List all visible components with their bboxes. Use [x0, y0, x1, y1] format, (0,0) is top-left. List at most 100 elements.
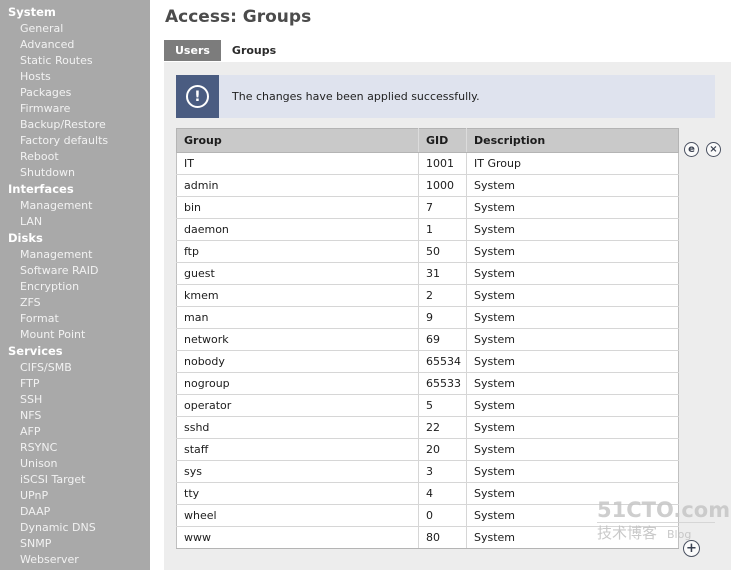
sidebar-item-shutdown[interactable]: Shutdown [0, 165, 150, 181]
tab-users[interactable]: Users [164, 40, 221, 61]
sidebar-section-disks: Disks [8, 231, 43, 245]
table-row[interactable]: ftp 50 System [176, 240, 679, 263]
table-row[interactable]: nobody 65534 System [176, 350, 679, 373]
table-row[interactable]: sshd 22 System [176, 416, 679, 439]
column-header-gid[interactable]: GID [418, 128, 467, 153]
cell-gid: 80 [418, 526, 467, 549]
sidebar-item-afp[interactable]: AFP [0, 424, 150, 440]
cell-description: System [466, 482, 679, 505]
sidebar-item-cifs-smb[interactable]: CIFS/SMB [0, 360, 150, 376]
table-row[interactable]: staff 20 System [176, 438, 679, 461]
cell-gid: 2 [418, 284, 467, 307]
cell-gid: 69 [418, 328, 467, 351]
cell-description: System [466, 526, 679, 549]
column-header-description[interactable]: Description [466, 128, 679, 153]
sidebar-item-factory-defaults[interactable]: Factory defaults [0, 133, 150, 149]
sidebar-item-advanced[interactable]: Advanced [0, 37, 150, 53]
sidebar-item-lan[interactable]: LAN [0, 214, 150, 230]
table-row[interactable]: network 69 System [176, 328, 679, 351]
message-text: The changes have been applied successful… [232, 90, 480, 103]
sidebar-item-rsync[interactable]: RSYNC [0, 440, 150, 456]
table-row[interactable]: wheel 0 System [176, 504, 679, 527]
sidebar-item-backup-restore[interactable]: Backup/Restore [0, 117, 150, 133]
cell-group: www [176, 526, 419, 549]
sidebar-item-iscsi-target[interactable]: iSCSI Target [0, 472, 150, 488]
cell-gid: 22 [418, 416, 467, 439]
page-title: Access: Groups [165, 7, 312, 27]
table-row[interactable]: kmem 2 System [176, 284, 679, 307]
sidebar-section-system: System [8, 5, 56, 19]
sidebar-section-interfaces: Interfaces [8, 182, 74, 196]
cell-group: tty [176, 482, 419, 505]
cell-description: System [466, 328, 679, 351]
table-row[interactable]: nogroup 65533 System [176, 372, 679, 395]
sidebar-item-static-routes[interactable]: Static Routes [0, 53, 150, 69]
sidebar-item-packages[interactable]: Packages [0, 85, 150, 101]
sidebar-item-firmware[interactable]: Firmware [0, 101, 150, 117]
cell-description: System [466, 174, 679, 197]
cell-description: System [466, 416, 679, 439]
sidebar-item-nfs[interactable]: NFS [0, 408, 150, 424]
cell-description: System [466, 306, 679, 329]
sidebar-item-management[interactable]: Management [0, 198, 150, 214]
add-icon[interactable]: + [683, 540, 700, 557]
sidebar-item-dynamic-dns[interactable]: Dynamic DNS [0, 520, 150, 536]
table-row[interactable]: www 80 System [176, 526, 679, 549]
table-row[interactable]: admin 1000 System [176, 174, 679, 197]
sidebar-item-software-raid[interactable]: Software RAID [0, 263, 150, 279]
cell-description: System [466, 504, 679, 527]
exclamation-icon: ! [186, 85, 209, 108]
cell-gid: 1 [418, 218, 467, 241]
table-body: IT 1001 IT Group admin 1000 System bin 7 System d… [176, 152, 679, 549]
table-header-row: Group GID Description [176, 128, 679, 153]
sidebar-item-daap[interactable]: DAAP [0, 504, 150, 520]
cell-gid: 1001 [418, 152, 467, 175]
table-row[interactable]: IT 1001 IT Group [176, 152, 679, 175]
cell-gid: 4 [418, 482, 467, 505]
sidebar-item-unison[interactable]: Unison [0, 456, 150, 472]
table-row[interactable]: sys 3 System [176, 460, 679, 483]
sidebar-navigation: System General Advanced Static Routes Hosts P… [0, 0, 150, 570]
edit-icon[interactable]: e [684, 142, 699, 157]
table-row[interactable]: daemon 1 System [176, 218, 679, 241]
table-row[interactable]: operator 5 System [176, 394, 679, 417]
table-row[interactable]: guest 31 System [176, 262, 679, 285]
table-row[interactable]: man 9 System [176, 306, 679, 329]
sidebar-item-management[interactable]: Management [0, 247, 150, 263]
sidebar-item-upnp[interactable]: UPnP [0, 488, 150, 504]
cell-description: IT Group [466, 152, 679, 175]
cell-description: System [466, 196, 679, 219]
content-panel: ! The changes have been applied successf… [164, 62, 731, 570]
cell-group: admin [176, 174, 419, 197]
column-header-group[interactable]: Group [176, 128, 419, 153]
cell-description: System [466, 438, 679, 461]
cell-gid: 20 [418, 438, 467, 461]
cell-group: sys [176, 460, 419, 483]
sidebar-item-general[interactable]: General [0, 21, 150, 37]
table-row[interactable]: tty 4 System [176, 482, 679, 505]
delete-icon[interactable]: × [706, 142, 721, 157]
sidebar-item-ssh[interactable]: SSH [0, 392, 150, 408]
sidebar-item-format[interactable]: Format [0, 311, 150, 327]
sidebar-item-hosts[interactable]: Hosts [0, 69, 150, 85]
cell-gid: 7 [418, 196, 467, 219]
sidebar-item-encryption[interactable]: Encryption [0, 279, 150, 295]
sidebar-item-webserver[interactable]: Webserver [0, 552, 150, 568]
cell-group: staff [176, 438, 419, 461]
cell-group: nobody [176, 350, 419, 373]
sidebar-item-ftp[interactable]: FTP [0, 376, 150, 392]
tab-groups[interactable]: Groups [220, 40, 288, 61]
cell-group: IT [176, 152, 419, 175]
cell-description: System [466, 460, 679, 483]
sidebar-item-snmp[interactable]: SNMP [0, 536, 150, 552]
cell-gid: 3 [418, 460, 467, 483]
table-head: Group GID Description [176, 128, 679, 153]
sidebar-item-zfs[interactable]: ZFS [0, 295, 150, 311]
app-window: System General Advanced Static Routes Hosts P… [0, 0, 731, 570]
row-action-buttons: e × [684, 142, 721, 157]
cell-group: sshd [176, 416, 419, 439]
cell-description: System [466, 218, 679, 241]
sidebar-item-reboot[interactable]: Reboot [0, 149, 150, 165]
table-row[interactable]: bin 7 System [176, 196, 679, 219]
sidebar-item-mount-point[interactable]: Mount Point [0, 327, 150, 343]
